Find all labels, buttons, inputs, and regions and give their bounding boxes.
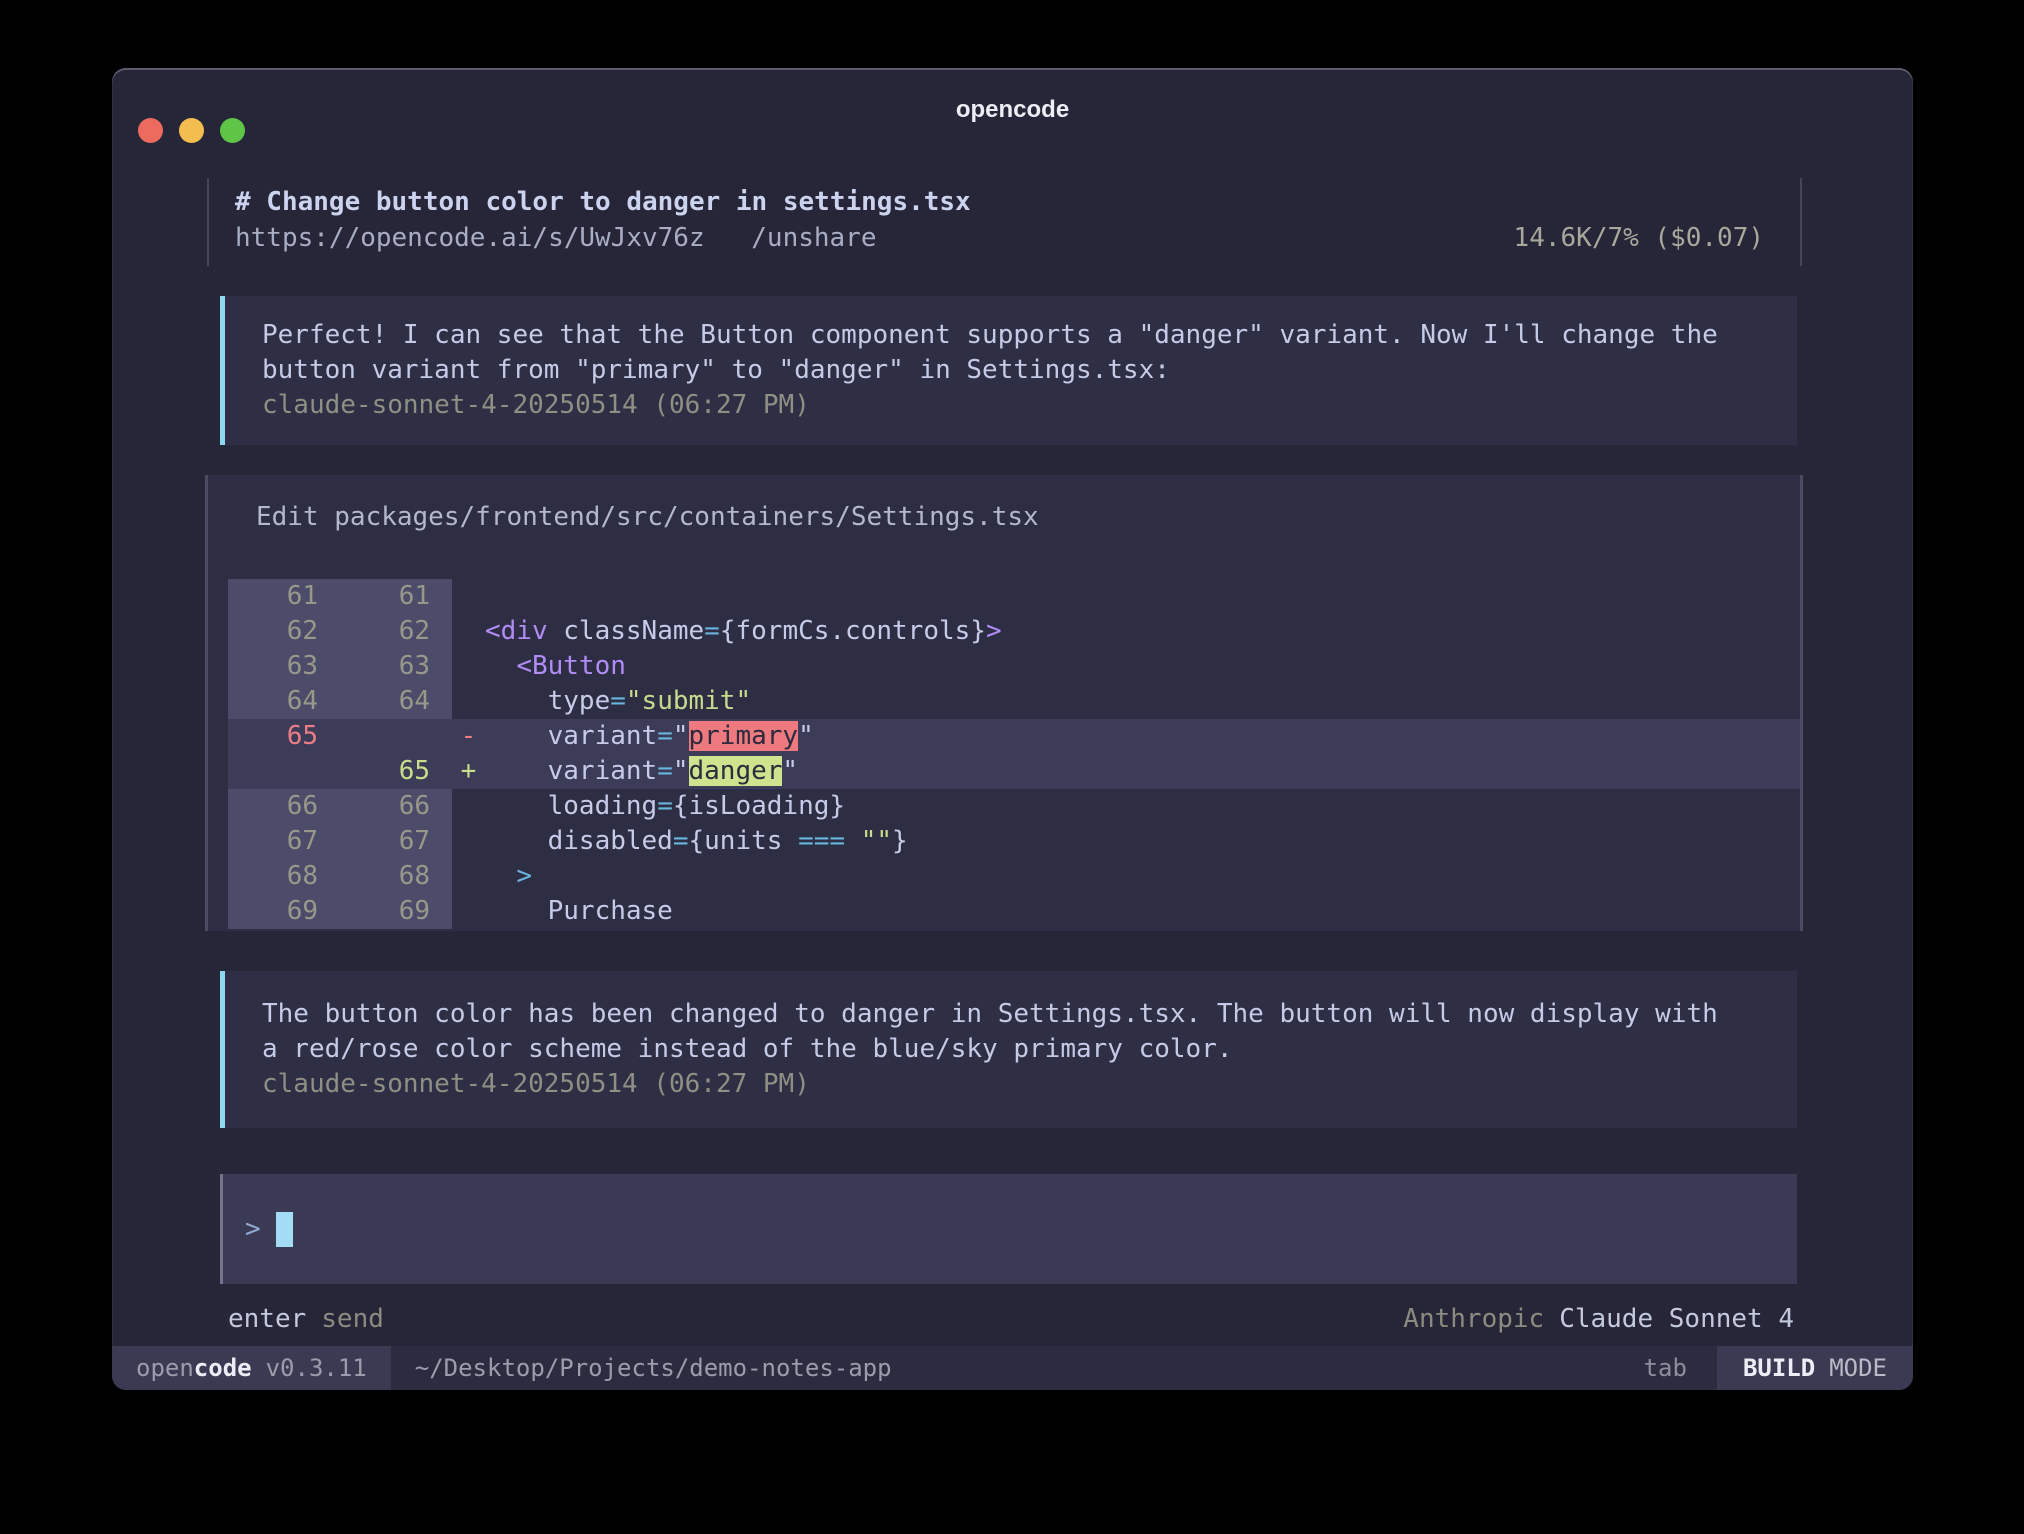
token-usage: 14.6K/7% ($0.07) xyxy=(1514,220,1764,256)
diff-row: 6969 Purchase xyxy=(228,894,1800,929)
message-text: The button color has been changed to dan… xyxy=(262,997,1777,1032)
app-name-prefix: open xyxy=(136,1354,194,1382)
model-name: Claude Sonnet 4 xyxy=(1559,1304,1794,1334)
status-bar: opencode v0.3.11 ~/Desktop/Projects/demo-… xyxy=(112,1346,1913,1390)
message-text: a red/rose color scheme instead of the b… xyxy=(262,1032,1777,1067)
working-directory: ~/Desktop/Projects/demo-notes-app xyxy=(415,1346,892,1390)
diff-row: 6868 > xyxy=(228,859,1800,894)
share-url-link[interactable]: https://opencode.ai/s/UwJxv76z xyxy=(235,223,705,253)
prompt-input[interactable]: > xyxy=(220,1174,1797,1284)
diff-row: 6464 type="submit" xyxy=(228,684,1800,719)
send-label: send xyxy=(321,1304,384,1334)
assistant-message-1: Perfect! I can see that the Button compo… xyxy=(220,296,1797,445)
enter-key-hint: enter xyxy=(228,1304,306,1334)
diff-row: 6666 loading={isLoading} xyxy=(228,789,1800,824)
session-header: # Change button color to danger in setti… xyxy=(207,178,1802,266)
message-text: button variant from "primary" to "danger… xyxy=(262,353,1777,388)
opencode-window: opencode # Change button color to danger… xyxy=(112,68,1913,1390)
tab-key-hint: tab xyxy=(1644,1346,1687,1390)
send-hint: enter send xyxy=(228,1302,384,1336)
diff-row: 6363 <Button xyxy=(228,649,1800,684)
diff-row: 6767 disabled={units === ""} xyxy=(228,824,1800,859)
provider-name: Anthropic xyxy=(1403,1304,1544,1334)
screen: opencode # Change button color to danger… xyxy=(0,0,2024,1534)
diff-row: 65- variant="primary" xyxy=(228,719,1800,754)
titlebar: opencode xyxy=(112,68,1913,154)
session-title: # Change button color to danger in setti… xyxy=(235,184,1764,220)
assistant-message-2: The button color has been changed to dan… xyxy=(220,971,1797,1128)
hints-row: enter send Anthropic Claude Sonnet 4 xyxy=(228,1302,1794,1336)
prompt-symbol: > xyxy=(245,1214,261,1244)
mode-badge[interactable]: BUILD MODE xyxy=(1717,1346,1913,1390)
diff-row: 6262<div className={formCs.controls}> xyxy=(228,614,1800,649)
window-title: opencode xyxy=(112,96,1913,124)
app-name-suffix: code xyxy=(194,1354,252,1382)
text-cursor xyxy=(276,1212,293,1247)
share-row: https://opencode.ai/s/UwJxv76z /unshare xyxy=(235,220,877,256)
diff-row: 6161 xyxy=(228,579,1800,614)
edit-file-path: Edit packages/frontend/src/containers/Se… xyxy=(208,499,1800,535)
message-text: Perfect! I can see that the Button compo… xyxy=(262,318,1777,353)
mode-label: MODE xyxy=(1829,1354,1887,1382)
model-indicator: Anthropic Claude Sonnet 4 xyxy=(1403,1302,1794,1336)
diff-row: 65+ variant="danger" xyxy=(228,754,1800,789)
message-model-timestamp: claude-sonnet-4-20250514 (06:27 PM) xyxy=(262,388,1777,423)
diff-table: 61616262<div className={formCs.controls}… xyxy=(208,579,1800,929)
mode-name: BUILD xyxy=(1743,1354,1815,1382)
message-model-timestamp: claude-sonnet-4-20250514 (06:27 PM) xyxy=(262,1067,1777,1102)
edit-tool-card: Edit packages/frontend/src/containers/Se… xyxy=(205,475,1803,931)
unshare-command[interactable]: /unshare xyxy=(751,223,876,253)
session-subheader: https://opencode.ai/s/UwJxv76z /unshare … xyxy=(235,220,1764,256)
app-version-badge: opencode v0.3.11 xyxy=(112,1346,391,1390)
app-version: v0.3.11 xyxy=(266,1354,367,1382)
status-left: opencode v0.3.11 ~/Desktop/Projects/demo-… xyxy=(112,1346,892,1390)
status-right: tab BUILD MODE xyxy=(1644,1346,1913,1390)
